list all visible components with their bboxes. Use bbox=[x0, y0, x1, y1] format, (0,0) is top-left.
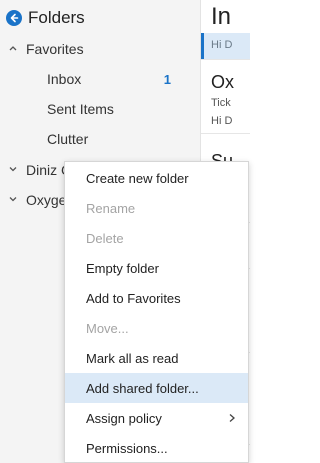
message-preview-text: Hi D bbox=[211, 115, 233, 127]
menu-item-label: Rename bbox=[86, 200, 136, 216]
folder-pane-header: Folders bbox=[6, 7, 85, 29]
message-sender: Ox bbox=[211, 72, 235, 92]
menu-item-assign-policy[interactable]: Assign policy bbox=[65, 403, 248, 433]
menu-item-label: Move... bbox=[86, 320, 129, 336]
message-list-title: In bbox=[211, 3, 232, 30]
message-preview-text: Hi D bbox=[211, 39, 233, 51]
folder-item-clutter[interactable]: Clutter bbox=[0, 124, 200, 154]
folder-item-label: Clutter bbox=[47, 131, 89, 147]
menu-item-rename: Rename bbox=[65, 193, 248, 223]
folder-item-inbox[interactable]: Inbox 1 bbox=[0, 64, 200, 94]
menu-item-label: Add shared folder... bbox=[86, 380, 199, 396]
menu-item-label: Mark all as read bbox=[86, 350, 179, 366]
menu-item-add-to-favorites[interactable]: Add to Favorites bbox=[65, 283, 248, 313]
folder-item-label: Inbox bbox=[47, 71, 82, 87]
back-arrow-icon[interactable] bbox=[6, 10, 22, 26]
folder-item-sent-items[interactable]: Sent Items bbox=[0, 94, 200, 124]
menu-item-label: Empty folder bbox=[86, 260, 159, 276]
menu-item-label: Assign policy bbox=[86, 410, 162, 426]
menu-item-label: Permissions... bbox=[86, 440, 168, 456]
folders-title: Folders bbox=[28, 8, 85, 27]
menu-item-label: Delete bbox=[86, 230, 124, 246]
chevron-down-icon[interactable] bbox=[8, 194, 18, 204]
selected-message-row[interactable]: Hi D bbox=[201, 33, 250, 59]
folder-item-label: Sent Items bbox=[47, 101, 114, 117]
menu-item-mark-all-as-read[interactable]: Mark all as read bbox=[65, 343, 248, 373]
menu-item-move: Move... bbox=[65, 313, 248, 343]
menu-item-label: Create new folder bbox=[86, 170, 189, 186]
menu-item-label: Add to Favorites bbox=[86, 290, 181, 306]
chevron-right-icon bbox=[229, 414, 235, 422]
message-subject: Tick bbox=[211, 97, 231, 109]
menu-item-permissions[interactable]: Permissions... bbox=[65, 433, 248, 463]
chevron-up-icon[interactable] bbox=[8, 43, 18, 53]
account-label: Oxyge bbox=[26, 192, 67, 208]
divider bbox=[201, 133, 250, 134]
menu-item-delete: Delete bbox=[65, 223, 248, 253]
favorites-label: Favorites bbox=[26, 41, 84, 57]
menu-item-empty-folder[interactable]: Empty folder bbox=[65, 253, 248, 283]
chevron-down-icon[interactable] bbox=[8, 164, 18, 174]
menu-item-create-new-folder[interactable]: Create new folder bbox=[65, 163, 248, 193]
favorites-group-header[interactable]: Favorites bbox=[0, 34, 200, 64]
folder-context-menu: Create new folder Rename Delete Empty fo… bbox=[64, 161, 249, 463]
divider bbox=[201, 59, 250, 60]
unread-count-badge: 1 bbox=[163, 71, 171, 87]
menu-item-add-shared-folder[interactable]: Add shared folder... bbox=[65, 373, 248, 403]
